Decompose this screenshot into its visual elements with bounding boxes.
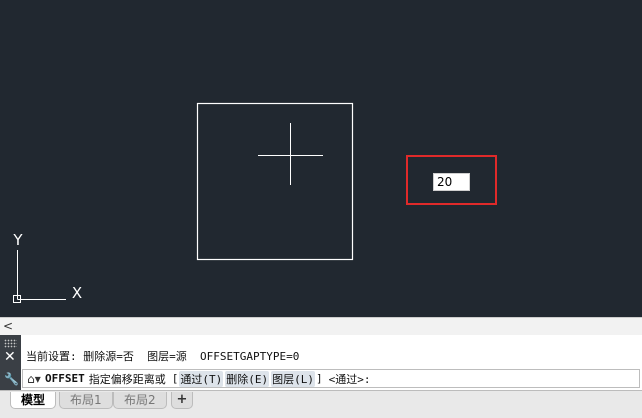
option-layer[interactable]: 图层(L) [271, 370, 315, 387]
tab-layout2[interactable]: 布局2 [113, 392, 167, 409]
layout-tab-bar: 模型 布局1 布局2 + [0, 390, 642, 418]
tab-layout1[interactable]: 布局1 [59, 392, 113, 409]
prompt-default-option: <通过>: [328, 372, 371, 386]
option-erase[interactable]: 删除(E) [225, 370, 270, 387]
drawing-canvas[interactable]: Y X 20 [0, 0, 642, 317]
add-layout-button[interactable]: + [171, 392, 193, 409]
drag-grip-icon[interactable] [4, 339, 17, 348]
command-line-sidebar: ✕ 🔧 [0, 335, 21, 390]
ucs-x-label: X [72, 284, 82, 302]
horizontal-scrollbar[interactable]: < [0, 317, 642, 335]
command-history-line: 当前设置: 删除源=否 图层=源 OFFSETGAPTYPE=0 [26, 350, 300, 363]
prompt-command-name: OFFSET [45, 372, 85, 385]
prompt-open-bracket: [ [171, 372, 179, 385]
dynamic-input-field[interactable]: 20 [433, 173, 470, 191]
ucs-icon: Y X [12, 231, 82, 303]
prompt-close-bracket: ] [316, 372, 323, 385]
command-prompt[interactable]: ⌂▾ OFFSET 指定偏移距离或 [ 通过(T) 删除(E) 图层(L) ] … [22, 369, 640, 388]
prompt-text: 指定偏移距离或 [88, 372, 166, 386]
cad-window: Y X 20 < ✕ 🔧 当前设置: 删除源=否 图层=源 OFFSETGAPT… [0, 0, 642, 418]
tab-model[interactable]: 模型 [10, 392, 57, 409]
drawn-square[interactable] [196, 102, 354, 261]
wrench-icon[interactable]: 🔧 [4, 372, 19, 386]
drawing-svg: Y X [12, 102, 354, 303]
ucs-y-label: Y [12, 231, 23, 249]
option-through[interactable]: 通过(T) [179, 370, 224, 387]
command-line-panel: ✕ 🔧 当前设置: 删除源=否 图层=源 OFFSETGAPTYPE=0 ⌂▾ … [0, 335, 642, 390]
command-prompt-icon[interactable]: ⌂▾ [23, 372, 45, 386]
close-icon[interactable]: ✕ [4, 349, 16, 365]
scroll-left-arrow-icon[interactable]: < [3, 319, 13, 333]
